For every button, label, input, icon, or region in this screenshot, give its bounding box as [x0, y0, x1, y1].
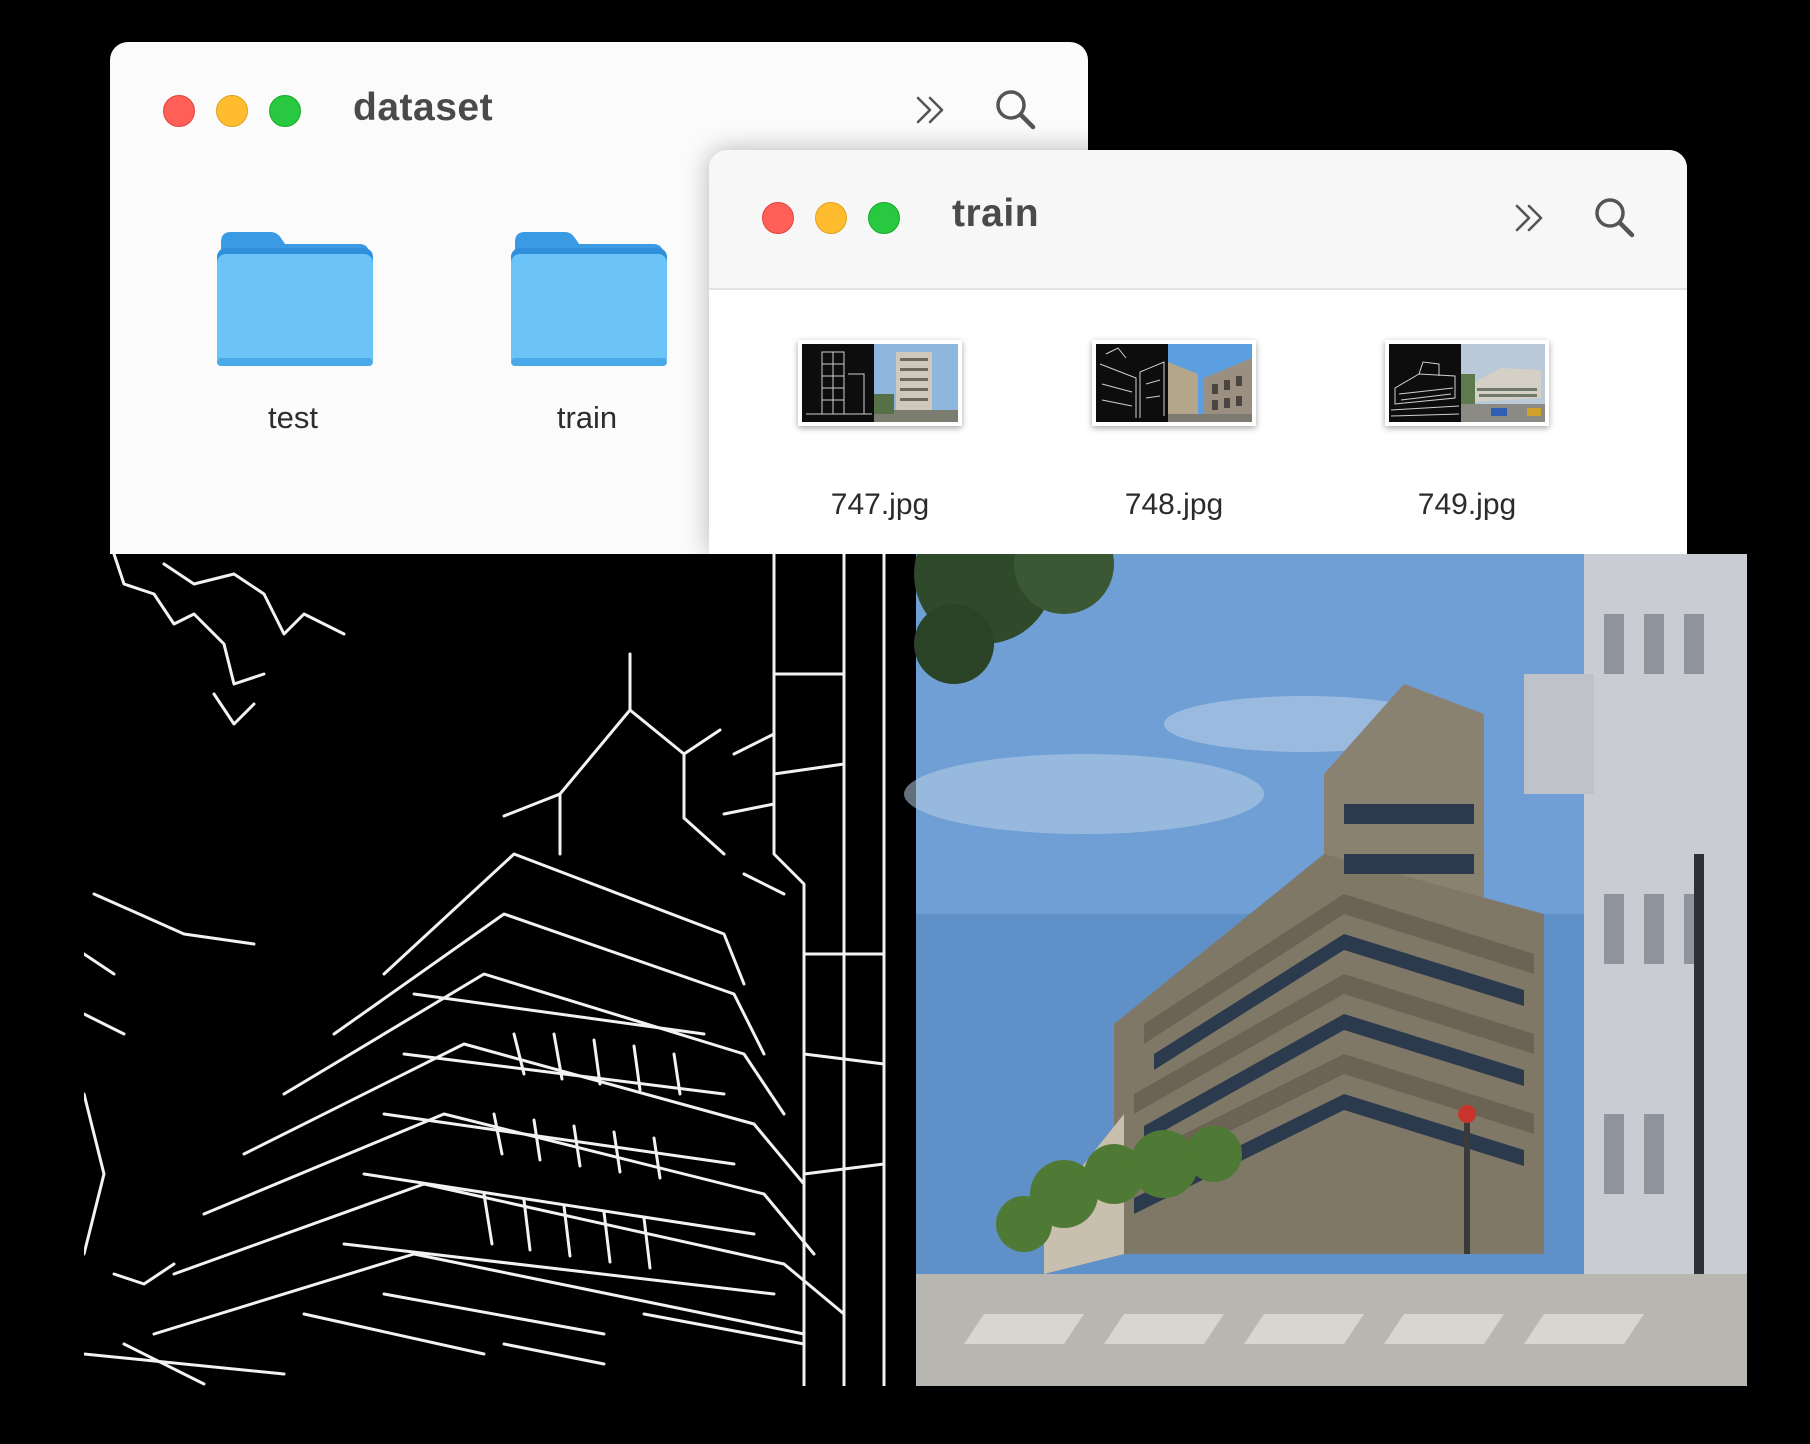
file-item-747[interactable]: 747.jpg: [785, 340, 975, 522]
minimize-button[interactable]: [815, 202, 847, 234]
folder-item-test[interactable]: test: [198, 232, 388, 436]
edge-map-thumbnail: [802, 344, 874, 422]
file-item-749[interactable]: 749.jpg: [1372, 340, 1562, 522]
minimize-button[interactable]: [216, 95, 248, 127]
folder-icon: [217, 232, 373, 366]
chevrons-more-icon[interactable]: [1509, 194, 1557, 242]
edge-map-thumbnail: [1096, 344, 1168, 422]
chevrons-more-icon[interactable]: [910, 86, 958, 134]
photo-preview: [904, 554, 1747, 1386]
file-label: 747.jpg: [830, 488, 930, 521]
window-title: train: [952, 192, 1040, 235]
photo-thumbnail: [1168, 344, 1252, 422]
folder-item-train[interactable]: train: [492, 232, 682, 436]
image-thumbnail: [1092, 340, 1256, 426]
folder-label: test: [268, 400, 318, 435]
image-thumbnail: [1385, 340, 1549, 426]
image-preview-pair: [84, 554, 1747, 1386]
zoom-button[interactable]: [269, 95, 301, 127]
file-item-748[interactable]: 748.jpg: [1079, 340, 1269, 522]
window-title: dataset: [353, 86, 494, 129]
file-label: 748.jpg: [1124, 488, 1224, 521]
photo-thumbnail: [1461, 344, 1545, 422]
photo-thumbnail: [874, 344, 958, 422]
close-button[interactable]: [163, 95, 195, 127]
edge-map-preview: [84, 554, 916, 1386]
image-thumbnail: [798, 340, 962, 426]
window-titlebar[interactable]: train: [709, 150, 1687, 290]
folder-icon: [511, 232, 667, 366]
file-label: 749.jpg: [1417, 488, 1517, 521]
close-button[interactable]: [762, 202, 794, 234]
finder-window-train[interactable]: train 747.jpg 748.jpg 749.jpg: [709, 150, 1687, 554]
search-icon[interactable]: [1591, 194, 1639, 242]
zoom-button[interactable]: [868, 202, 900, 234]
search-icon[interactable]: [992, 86, 1040, 134]
folder-label: train: [556, 400, 618, 435]
edge-map-thumbnail: [1389, 344, 1461, 422]
